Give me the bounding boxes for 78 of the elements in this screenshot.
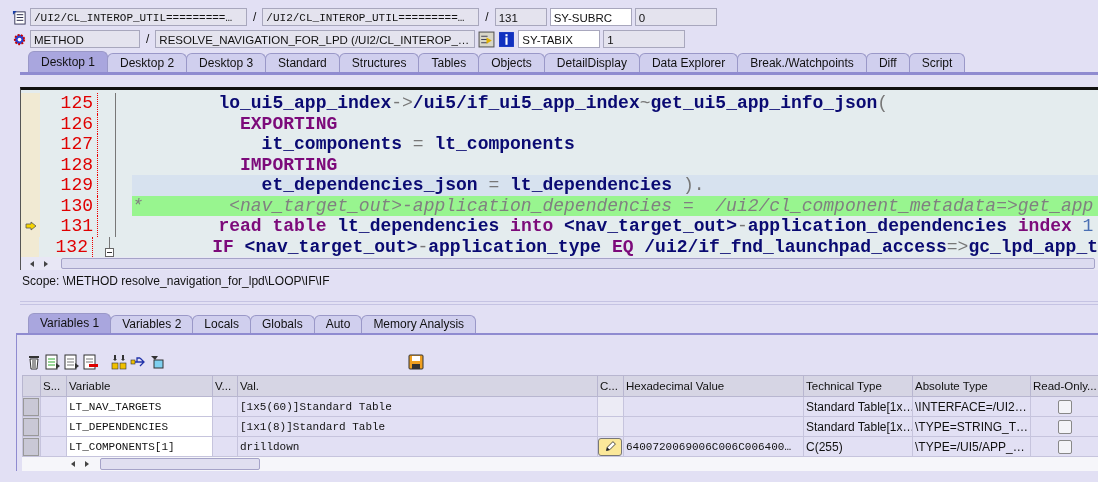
scope-path: Scope: \METHOD resolve_navigation_for_lpd\LOOP\IF\IF [21, 273, 331, 290]
variables-tab[interactable]: Locals [192, 315, 251, 333]
desktop-tab[interactable]: Script [908, 53, 966, 72]
edit-button[interactable] [598, 437, 622, 456]
read-only-checkbox[interactable] [1057, 439, 1072, 454]
desktop-tab[interactable]: Desktop 3 [186, 53, 267, 72]
column-header[interactable]: V... [212, 375, 238, 397]
variables-tab[interactable]: Variables 2 [110, 315, 194, 333]
desktop-tab[interactable]: Objects [478, 53, 545, 72]
code-editor[interactable] [20, 87, 1098, 270]
scroll-left-icon[interactable] [28, 259, 36, 268]
code-line: read table lt_dependencies into <nav_target_out>-application_dependencies index 1 [217, 216, 1095, 237]
column-header[interactable]: Read-Only... [1030, 375, 1098, 397]
read-only-checkbox[interactable] [1057, 399, 1072, 414]
arrows-down-icon[interactable] [111, 354, 127, 370]
filter-icon[interactable] [149, 354, 165, 370]
read-only-checkbox[interactable] [1057, 419, 1072, 434]
desktop-tab[interactable]: Data Explorer [638, 53, 739, 72]
column-header[interactable]: Hexadecimal Value [623, 375, 804, 397]
line-number: 131 [40, 216, 98, 237]
system-field-value[interactable]: 1 [603, 30, 686, 48]
desktop-tab[interactable]: Structures [338, 53, 420, 72]
line-number: 125 [40, 93, 98, 114]
code-line: EXPORTING [239, 113, 339, 134]
code-line: IMPORTING [239, 154, 339, 175]
code-line: IF <nav_target_out>-application_type EQ /ui2/if_fnd_launchpad_access=>gc_lpd_app_t [211, 236, 1098, 257]
line-number: 126 [40, 113, 98, 134]
source-icon [12, 9, 27, 25]
system-field-value[interactable]: 0 [634, 8, 717, 26]
event-field[interactable]: RESOLVE_NAVIGATION_FOR_LPD (/UI2/CL_INTEROP_… [155, 30, 476, 48]
line-number: 129 [40, 175, 98, 196]
gear-icon [12, 31, 27, 47]
desktop-tab[interactable]: Desktop 1 [28, 51, 109, 72]
variables-tab[interactable]: Variables 1 [28, 313, 112, 333]
variables-tab[interactable]: Memory Analysis [361, 315, 477, 333]
scroll-right-icon[interactable] [83, 460, 91, 468]
trash-icon[interactable] [26, 354, 42, 370]
line-number: 130 [40, 195, 98, 216]
collapse-icon[interactable] [104, 248, 114, 257]
save-icon[interactable] [408, 354, 424, 370]
variables-tab[interactable]: Globals [250, 315, 315, 333]
navigate-icon[interactable] [478, 30, 496, 48]
column-header[interactable]: S... [40, 375, 67, 397]
desktop-tab[interactable]: DetailDisplay [543, 53, 640, 72]
scrollbar-thumb[interactable] [100, 458, 260, 470]
separator-slash: / [145, 32, 151, 46]
code-line: lo_ui5_app_index->/ui5/if_ui5_app_index~get_ui5_app_info_json( [217, 93, 890, 114]
scrollbar-thumb[interactable] [61, 258, 1095, 269]
desktop-tab[interactable]: Diff [865, 53, 910, 72]
line-field[interactable]: 131 [494, 8, 547, 26]
desktop-tab[interactable]: Desktop 2 [107, 53, 188, 72]
separator-slash: / [252, 10, 258, 24]
code-line: it_components = lt_components [260, 134, 576, 155]
scroll-left-icon[interactable] [69, 460, 77, 468]
list-remove-icon[interactable] [83, 354, 99, 370]
line-number: 127 [40, 134, 98, 155]
desktop-tab[interactable]: Tables [418, 53, 480, 72]
column-header[interactable]: C... [597, 375, 624, 397]
table-cell: drilldown [237, 436, 598, 457]
line-number: 128 [40, 154, 98, 175]
include-field[interactable]: /UI2/CL_INTEROP_UTIL=========… [262, 8, 480, 26]
info-icon[interactable] [498, 30, 516, 48]
column-header[interactable]: Variable [66, 375, 213, 397]
system-field-name[interactable]: SY-SUBRC [549, 8, 632, 26]
column-header[interactable]: Technical Type [803, 375, 913, 397]
program-field[interactable]: /UI2/CL_INTEROP_UTIL=========… [30, 8, 247, 26]
pencil-icon [603, 440, 617, 453]
desktop-tab[interactable]: Standard [265, 53, 340, 72]
column-header[interactable]: Val. [237, 375, 598, 397]
column-header[interactable]: Absolute Type [912, 375, 1031, 397]
table-cell: [1x5(60)]Standard Table [237, 396, 598, 417]
table-cell: [1x1(8)]Standard Table [237, 416, 598, 437]
event-type-field[interactable]: METHOD [30, 30, 140, 48]
variables-tab[interactable]: Auto [313, 315, 363, 333]
system-field-name[interactable]: SY-TABIX [518, 30, 601, 48]
scroll-right-icon[interactable] [42, 259, 50, 268]
separator-slash: / [484, 10, 490, 24]
desktop-tab[interactable]: Break./Watchpoints [737, 53, 867, 72]
